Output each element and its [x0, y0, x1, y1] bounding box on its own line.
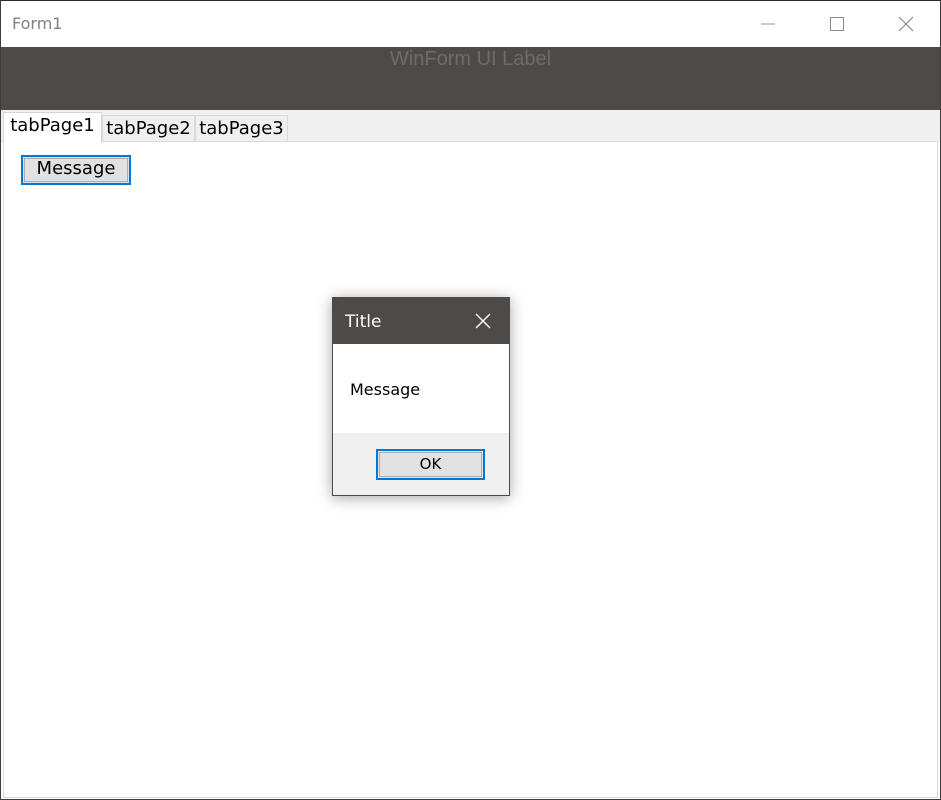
dialog-message: Message [350, 380, 421, 399]
main-window: Form1 WinForm UI Label tabPage1 tabPage2… [0, 0, 941, 800]
minimize-button[interactable] [734, 1, 802, 47]
window-title: Form1 [12, 14, 63, 33]
header-label-panel: WinForm UI Label [1, 47, 940, 110]
close-icon [898, 16, 914, 32]
maximize-button[interactable] [803, 1, 871, 47]
dialog-title: Title [345, 312, 382, 332]
tab-page1[interactable]: tabPage1 [3, 112, 102, 143]
message-dialog: Title Message OK [332, 297, 510, 496]
ok-button-focus-border [379, 452, 482, 477]
title-bar[interactable]: Form1 [1, 1, 940, 47]
close-button[interactable] [872, 1, 940, 47]
maximize-icon [830, 17, 844, 31]
header-label-text: WinForm UI Label [389, 48, 552, 70]
tab-page3[interactable]: tabPage3 [195, 115, 288, 143]
tab-page2[interactable]: tabPage2 [102, 115, 195, 143]
dialog-title-bar[interactable]: Title [333, 298, 509, 344]
message-button[interactable]: Message [21, 155, 131, 185]
tab-strip: tabPage1 tabPage2 tabPage3 [1, 110, 940, 143]
message-button-focus-border [24, 158, 128, 182]
ok-button[interactable]: OK [376, 449, 485, 480]
dialog-footer: OK [333, 433, 509, 495]
dialog-close-button[interactable] [473, 311, 493, 331]
minimize-icon [761, 23, 775, 25]
close-icon [475, 313, 491, 329]
